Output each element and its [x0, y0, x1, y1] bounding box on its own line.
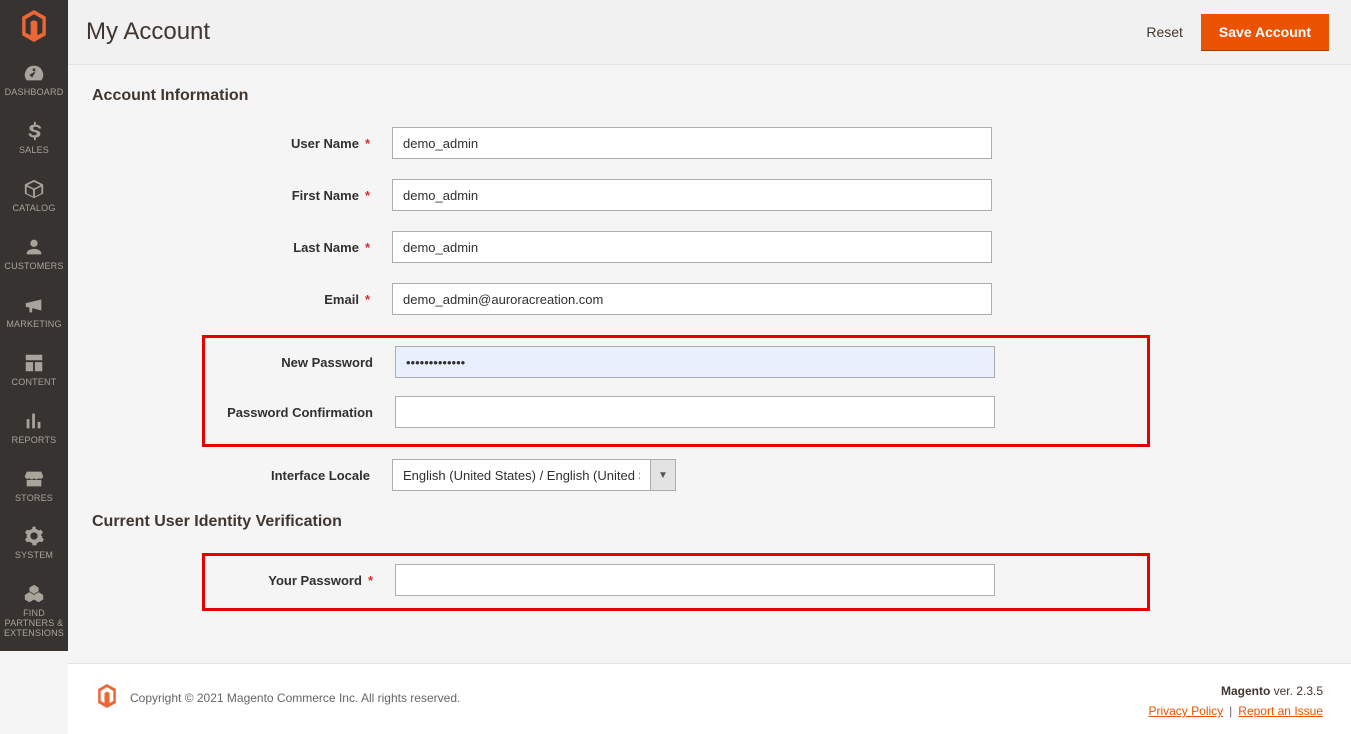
version-suffix: ver. 2.3.5	[1270, 684, 1323, 698]
store-icon	[23, 468, 45, 490]
copyright-text: Copyright © 2021 Magento Commerce Inc. A…	[130, 691, 460, 705]
sidebar-item-label: STORES	[15, 494, 53, 504]
sidebar-item-customers[interactable]: CUSTOMERS	[0, 226, 68, 284]
locale-select[interactable]	[392, 459, 650, 491]
sidebar-item-marketing[interactable]: MARKETING	[0, 284, 68, 342]
layout-icon	[23, 352, 45, 374]
save-account-button[interactable]: Save Account	[1201, 14, 1329, 50]
admin-sidebar: DASHBOARD SALES CATALOG CUSTOMERS MARKET…	[0, 0, 68, 651]
sidebar-item-label: REPORTS	[12, 436, 57, 446]
field-username: User Name *	[92, 127, 1327, 159]
your-password-label: Your Password	[268, 573, 362, 588]
password-confirmation-label: Password Confirmation	[227, 405, 373, 420]
privacy-policy-link[interactable]: Privacy Policy	[1148, 704, 1223, 718]
sidebar-item-label: SYSTEM	[15, 551, 53, 561]
required-indicator: *	[365, 292, 370, 307]
sidebar-item-partners[interactable]: FIND PARTNERS & EXTENSIONS	[0, 573, 68, 651]
required-indicator: *	[365, 136, 370, 151]
version-label: Magento	[1221, 684, 1270, 698]
email-input[interactable]	[392, 283, 992, 315]
bar-chart-icon	[23, 410, 45, 432]
field-new-password: New Password	[205, 346, 1147, 378]
identity-highlight-box: Your Password *	[202, 553, 1150, 611]
username-input[interactable]	[392, 127, 992, 159]
locale-label: Interface Locale	[271, 468, 370, 483]
separator: |	[1229, 704, 1232, 718]
sidebar-item-label: CUSTOMERS	[4, 262, 63, 272]
firstname-input[interactable]	[392, 179, 992, 211]
magento-logo[interactable]	[0, 0, 68, 52]
magento-footer-logo	[96, 684, 118, 711]
person-icon	[23, 236, 45, 258]
your-password-input[interactable]	[395, 564, 995, 596]
sidebar-item-reports[interactable]: REPORTS	[0, 400, 68, 458]
megaphone-icon	[23, 294, 45, 316]
sidebar-item-dashboard[interactable]: DASHBOARD	[0, 52, 68, 110]
field-password-confirmation: Password Confirmation	[205, 396, 1147, 428]
field-locale: Interface Locale ▼	[92, 459, 1327, 491]
lastname-label: Last Name	[293, 240, 359, 255]
box-icon	[23, 178, 45, 200]
cubes-icon	[23, 583, 45, 605]
page-header: My Account Reset Save Account	[68, 0, 1351, 65]
sidebar-item-label: CONTENT	[12, 378, 57, 388]
gear-icon	[23, 525, 45, 547]
sidebar-item-catalog[interactable]: CATALOG	[0, 168, 68, 226]
page-title: My Account	[86, 18, 210, 46]
required-indicator: *	[365, 240, 370, 255]
new-password-label: New Password	[281, 355, 373, 370]
sidebar-item-sales[interactable]: SALES	[0, 110, 68, 168]
required-indicator: *	[365, 188, 370, 203]
sidebar-item-system[interactable]: SYSTEM	[0, 515, 68, 573]
sidebar-item-label: MARKETING	[6, 320, 61, 330]
sidebar-item-label: FIND PARTNERS & EXTENSIONS	[2, 609, 66, 639]
username-label: User Name	[291, 136, 359, 151]
lastname-input[interactable]	[392, 231, 992, 263]
password-highlight-box: New Password Password Confirmation	[202, 335, 1150, 447]
required-indicator: *	[368, 573, 373, 588]
sidebar-item-label: SALES	[19, 146, 49, 156]
field-firstname: First Name *	[92, 179, 1327, 211]
field-email: Email *	[92, 283, 1327, 315]
section-identity-title: Current User Identity Verification	[92, 513, 1327, 531]
version-text: Magento ver. 2.3.5	[1148, 684, 1323, 698]
sidebar-item-stores[interactable]: STORES	[0, 458, 68, 516]
dollar-icon	[23, 120, 45, 142]
main-area: My Account Reset Save Account Account In…	[68, 0, 1351, 651]
page-footer: Copyright © 2021 Magento Commerce Inc. A…	[68, 663, 1351, 734]
sidebar-item-label: CATALOG	[12, 204, 55, 214]
field-lastname: Last Name *	[92, 231, 1327, 263]
new-password-input[interactable]	[395, 346, 995, 378]
report-issue-link[interactable]: Report an Issue	[1238, 704, 1323, 718]
gauge-icon	[23, 62, 45, 84]
field-your-password: Your Password *	[205, 564, 1147, 596]
email-label: Email	[324, 292, 359, 307]
sidebar-item-content[interactable]: CONTENT	[0, 342, 68, 400]
reset-button[interactable]: Reset	[1146, 24, 1183, 40]
page-actions: Reset Save Account	[1146, 14, 1329, 50]
content: Account Information User Name * First Na…	[68, 65, 1351, 663]
firstname-label: First Name	[292, 188, 359, 203]
chevron-down-icon[interactable]: ▼	[650, 459, 676, 491]
sidebar-item-label: DASHBOARD	[5, 88, 64, 98]
password-confirmation-input[interactable]	[395, 396, 995, 428]
section-account-info-title: Account Information	[92, 87, 1327, 105]
